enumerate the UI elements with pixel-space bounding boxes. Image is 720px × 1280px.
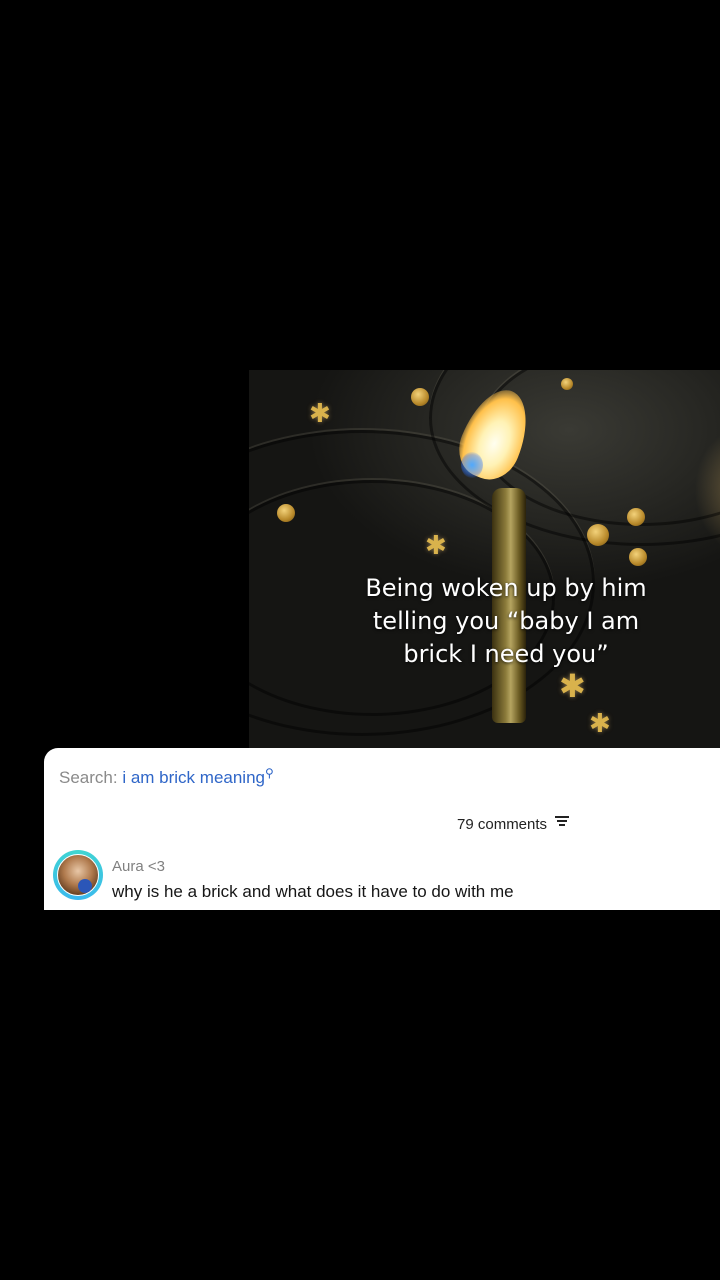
comment-text: why is he a brick and what does it have …	[112, 882, 514, 901]
avatar-ring[interactable]	[53, 850, 103, 900]
gold-bead	[627, 508, 645, 526]
gold-bead	[587, 524, 609, 546]
gold-star: ✱	[559, 668, 586, 704]
gold-star: ✱	[589, 708, 611, 738]
gold-star: ✱	[425, 530, 447, 560]
search-prefix: Search:	[59, 768, 118, 787]
caption-line: telling you “baby I am	[372, 607, 640, 635]
video-frame[interactable]: ✱ ✱ ✱ ✱ Being woken up by him telling yo…	[249, 370, 720, 748]
flame-base	[461, 452, 483, 478]
comment-count: 79 comments	[457, 816, 548, 833]
filter-icon[interactable]	[555, 814, 570, 828]
gold-bead	[411, 388, 429, 406]
caption-line: brick I need you”	[403, 640, 609, 668]
comment-username[interactable]: Aura <3	[112, 858, 165, 875]
search-icon: ⚲	[265, 766, 274, 780]
gold-bead	[277, 504, 295, 522]
gold-star: ✱	[309, 398, 331, 428]
gold-bead	[629, 548, 647, 566]
video-caption: Being woken up by him telling you “baby …	[249, 572, 720, 671]
gold-bead	[561, 378, 573, 390]
caption-line: Being woken up by him	[365, 574, 647, 602]
comments-panel: Search: i am brick meaning⚲ 79 comments …	[44, 748, 720, 910]
search-suggestion[interactable]: Search: i am brick meaning⚲	[59, 766, 274, 788]
search-query-link[interactable]: i am brick meaning	[122, 768, 265, 787]
comment-count-row: 79 comments	[457, 814, 570, 833]
avatar	[57, 854, 99, 896]
